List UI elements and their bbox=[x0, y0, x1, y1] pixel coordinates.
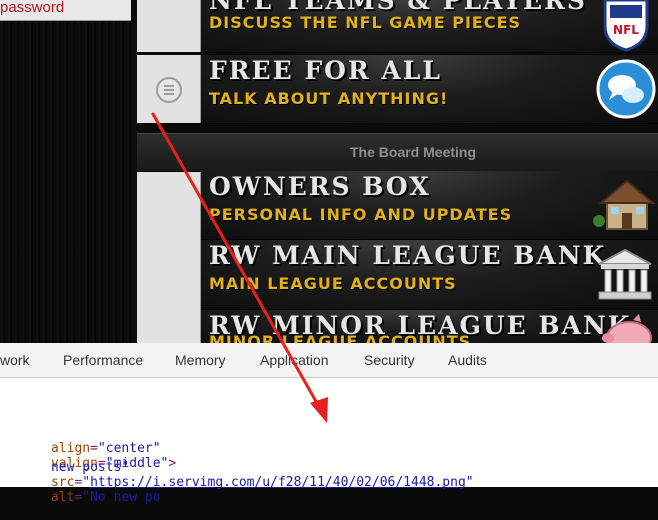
forum-status-cell bbox=[137, 0, 201, 52]
house-icon bbox=[593, 179, 656, 230]
forum-title[interactable]: FREE FOR ALL bbox=[209, 56, 442, 85]
tab-network[interactable]: work bbox=[0, 352, 30, 368]
forum-title[interactable]: OWNERS BOX bbox=[209, 172, 431, 201]
password-link[interactable]: password bbox=[0, 0, 131, 21]
forum-title[interactable]: RW MAIN LEAGUE BANK bbox=[209, 241, 606, 270]
code-line-img[interactable]: new posts" src="https://i.servimg.com/u/… bbox=[4, 445, 474, 520]
tab-security[interactable]: Security bbox=[364, 352, 415, 368]
attr-value: "No new po bbox=[82, 490, 161, 505]
attr-name: alt bbox=[50, 490, 75, 505]
tab-application[interactable]: Application bbox=[260, 352, 329, 368]
devtools-panel: work Performance Memory Application Secu… bbox=[0, 343, 658, 505]
piggy-bank-icon bbox=[602, 314, 652, 343]
svg-text:NFL: NFL bbox=[613, 23, 639, 37]
category-header[interactable]: The Board Meeting bbox=[137, 133, 658, 172]
forum-row-main-league-bank[interactable]: RW MAIN LEAGUE BANK MAIN LEAGUE ACCOUNTS bbox=[201, 240, 658, 310]
tab-audits[interactable]: Audits bbox=[448, 352, 487, 368]
forum-row-owners-box[interactable]: OWNERS BOX PERSONAL INFO AND UPDATES bbox=[201, 171, 658, 240]
category-title[interactable]: The Board Meeting bbox=[350, 144, 476, 160]
bank-icon bbox=[598, 248, 652, 300]
tab-memory[interactable]: Memory bbox=[175, 352, 226, 368]
forum-subtitle: PERSONAL INFO AND UPDATES bbox=[209, 205, 513, 224]
forum-subtitle: TALK ABOUT ANYTHING! bbox=[209, 89, 449, 108]
forum-subtitle: MINOR LEAGUE ACCOUNTS bbox=[209, 332, 472, 343]
password-link-label[interactable]: password bbox=[0, 0, 64, 16]
forum-status-cell bbox=[137, 171, 201, 343]
devtools-tabbar: work Performance Memory Application Secu… bbox=[0, 343, 658, 378]
forum-row-nfl-teams[interactable]: NFL TEAMS & PLAYERS DISCUSS THE NFL GAME… bbox=[201, 0, 658, 53]
nfl-shield-icon: NFL bbox=[603, 0, 649, 52]
left-panel: password bbox=[0, 0, 133, 343]
no-new-posts-icon[interactable] bbox=[155, 76, 183, 104]
attr-value: new posts" bbox=[50, 460, 130, 475]
elements-code-view[interactable]: align="center" valign="middle"> new post… bbox=[0, 376, 658, 505]
tab-performance[interactable]: Performance bbox=[63, 352, 143, 368]
forum-row-free-for-all[interactable]: FREE FOR ALL TALK ABOUT ANYTHING! bbox=[201, 55, 658, 124]
forum-subtitle: MAIN LEAGUE ACCOUNTS bbox=[209, 274, 457, 293]
forum-status-cell bbox=[137, 55, 201, 123]
forum-page: password NFL TEAMS & PLAYERS DISCUSS THE… bbox=[0, 0, 658, 343]
forum-subtitle: DISCUSS THE NFL GAME PIECES bbox=[209, 13, 522, 32]
faint-code-text bbox=[51, 391, 59, 406]
image-url-link[interactable]: https://i.servimg.com/u/f28/11/40/02/06/… bbox=[90, 475, 466, 490]
attr-name: src bbox=[50, 475, 75, 490]
chat-bubble-icon bbox=[596, 59, 656, 119]
code-line-faint bbox=[4, 376, 59, 421]
forum-row-minor-league-bank[interactable]: RW MINOR LEAGUE BANK MINOR LEAGUE ACCOUN… bbox=[201, 310, 658, 343]
